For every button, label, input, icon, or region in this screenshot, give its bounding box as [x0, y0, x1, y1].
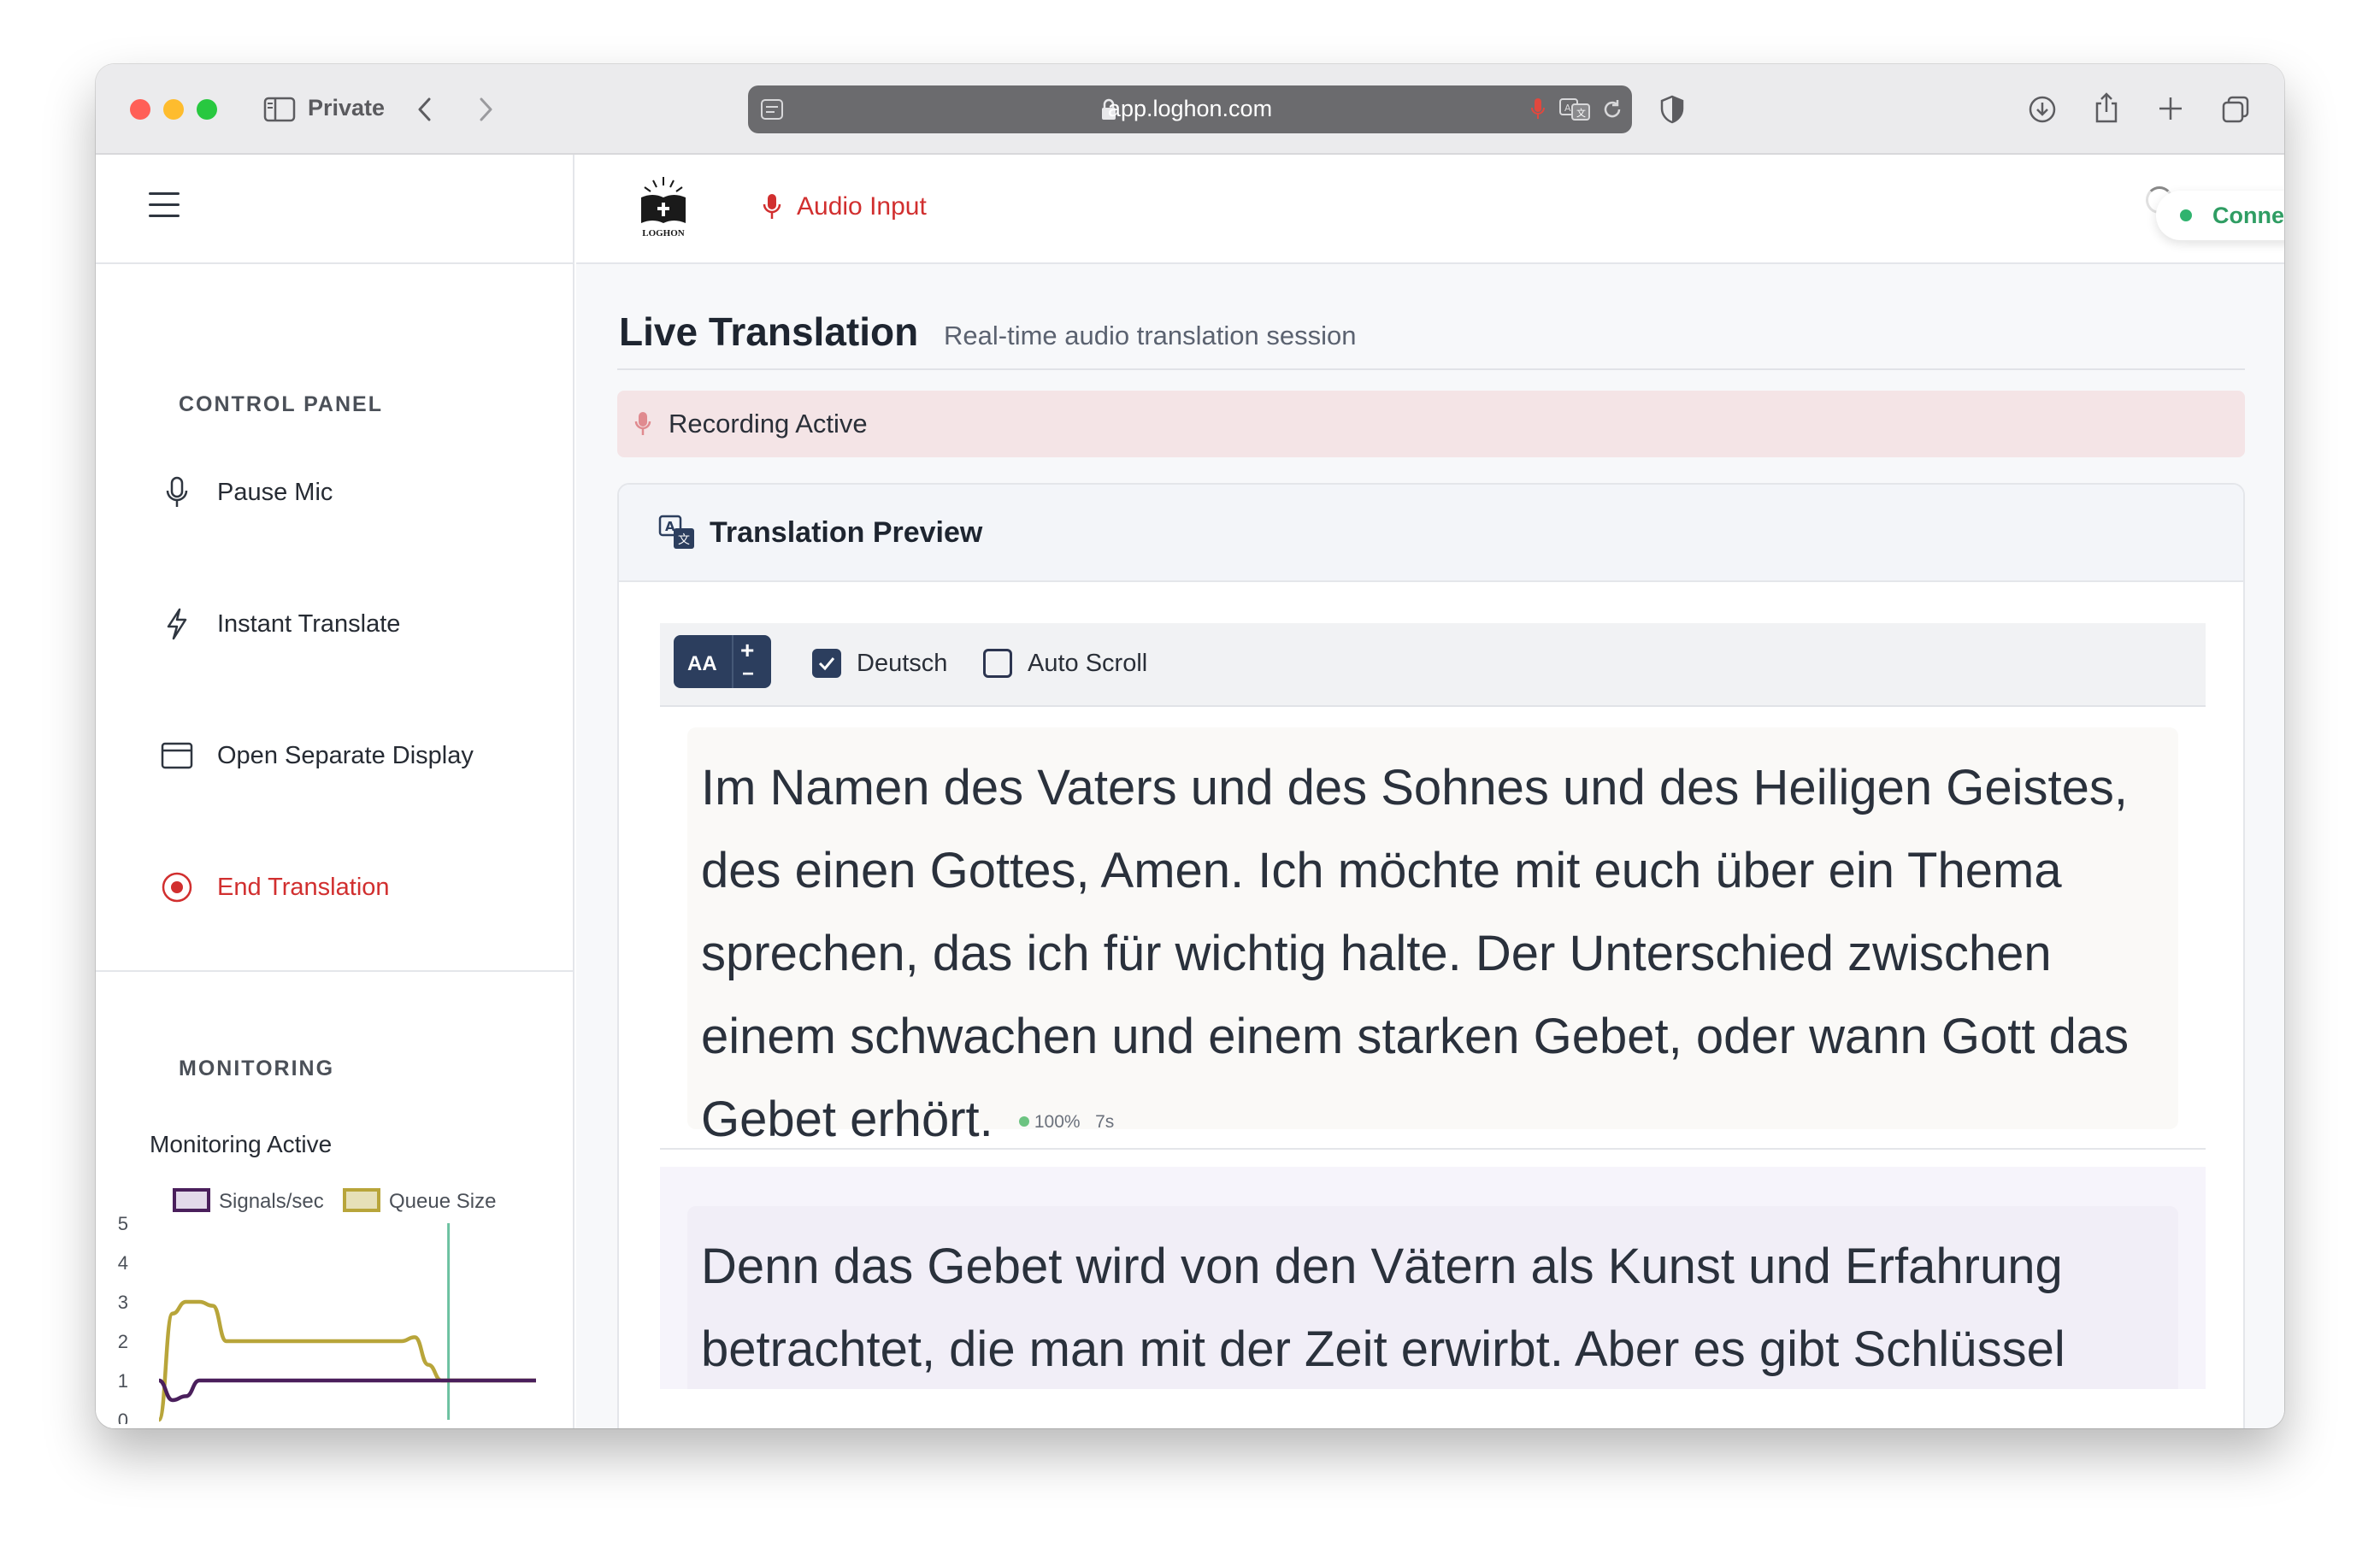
instant-translate-button[interactable]: Instant Translate — [160, 598, 400, 650]
monitoring-title: MONITORING — [179, 1057, 335, 1080]
main-content: Live Translation Real-time audio transla… — [576, 264, 2284, 1428]
downloads-icon[interactable] — [2028, 95, 2057, 124]
connection-status-badge: Connected — [2156, 191, 2284, 240]
address-bar[interactable]: app.loghon.com A 文 — [748, 85, 1632, 133]
forward-icon[interactable] — [476, 97, 495, 122]
reload-icon[interactable] — [1601, 98, 1623, 121]
url-text: app.loghon.com — [1107, 96, 1273, 121]
pause-mic-label: Pause Mic — [217, 478, 333, 506]
monitoring-status: Monitoring Active — [150, 1131, 333, 1157]
y-tick-label: 1 — [118, 1370, 128, 1392]
card-title: Translation Preview — [710, 515, 983, 549]
minimize-window-button[interactable] — [163, 99, 184, 120]
auto-scroll-checkbox[interactable]: Auto Scroll — [983, 649, 1147, 678]
checkbox-checked-icon[interactable] — [812, 649, 841, 678]
logo-text: LOGHON — [642, 228, 685, 238]
zoom-window-button[interactable] — [197, 99, 217, 120]
font-increase-icon[interactable]: + — [740, 637, 754, 664]
svg-text:文: 文 — [1576, 107, 1586, 119]
y-tick-label: 0 — [118, 1410, 128, 1424]
page-subtitle: Real-time audio translation session — [944, 321, 1357, 350]
privacy-shield-icon[interactable] — [1659, 95, 1685, 124]
sidebar-header — [96, 155, 574, 264]
microphone-icon — [160, 475, 194, 509]
svg-text:A: A — [1564, 103, 1571, 114]
open-separate-display-button[interactable]: Open Separate Display — [160, 730, 474, 781]
menu-icon[interactable] — [149, 192, 180, 218]
window-icon — [160, 739, 194, 773]
end-translation-label: End Translation — [217, 873, 390, 901]
segment-divider — [660, 1148, 2206, 1150]
segment-meta: 100% 7s — [1018, 1112, 1115, 1132]
next-segment-area: Denn das Gebet wird von den Vätern als K… — [660, 1167, 2206, 1389]
svg-text:文: 文 — [678, 533, 690, 547]
stop-record-icon — [160, 870, 194, 904]
font-size-label: AA — [687, 652, 717, 675]
recording-status-bar: Recording Active — [617, 391, 2245, 457]
instant-translate-label: Instant Translate — [217, 609, 401, 638]
pause-mic-button[interactable]: Pause Mic — [160, 467, 333, 518]
sidebar: CONTROL PANEL Pause Mic Instant Translat… — [96, 155, 574, 1428]
translation-segment-next: Denn das Gebet wird von den Vätern als K… — [687, 1206, 2178, 1389]
status-dot-icon — [2180, 209, 2192, 221]
preview-toolbar: AA + − Deutsch Auto Scroll — [660, 623, 2206, 707]
auto-scroll-label: Auto Scroll — [1028, 649, 1148, 677]
deutsch-label: Deutsch — [857, 649, 948, 677]
elapsed-time: 7s — [1095, 1112, 1115, 1132]
tab-overview-icon[interactable] — [2221, 95, 2250, 124]
logo-book-icon — [641, 177, 686, 223]
series-line-signals-sec — [158, 1378, 536, 1403]
translation-preview-card: A 文 Translation Preview AA + − Deutsch A… — [617, 483, 2245, 1428]
new-tab-icon[interactable] — [2158, 96, 2183, 121]
legend-label-0: Signals/sec — [219, 1190, 324, 1213]
translate-icon: A 文 — [658, 515, 694, 549]
monitoring-chart: Signals/secQueue Size5432101821242730333… — [118, 1188, 536, 1424]
title-divider — [617, 368, 2245, 370]
legend-label-1: Queue Size — [389, 1190, 496, 1213]
confidence-value: 100% — [1034, 1112, 1081, 1132]
back-icon[interactable] — [415, 97, 434, 122]
series-line-queue-size — [156, 1299, 536, 1422]
share-icon[interactable] — [2094, 91, 2119, 124]
lightning-icon — [160, 607, 194, 641]
close-window-button[interactable] — [130, 99, 150, 120]
sidebar-toggle-icon[interactable] — [263, 97, 296, 122]
translate-page-icon[interactable]: A 文 — [1558, 97, 1593, 121]
legend-swatch-0 — [173, 1188, 210, 1212]
sidebar-divider — [96, 970, 574, 972]
page-title: Live Translation — [619, 309, 919, 354]
browser-toolbar: Private app.loghon.com A 文 — [96, 64, 2284, 155]
red-microphone-icon — [763, 194, 781, 219]
y-tick-label: 4 — [118, 1252, 128, 1274]
control-panel-title: CONTROL PANEL — [179, 392, 383, 416]
y-tick-label: 3 — [118, 1292, 128, 1313]
font-decrease-icon[interactable]: − — [742, 662, 754, 686]
translation-text-next: Denn das Gebet wird von den Vätern als K… — [701, 1239, 2065, 1377]
translation-text: Im Namen des Vaters und des Sohnes und d… — [701, 760, 2130, 1147]
end-translation-button[interactable]: End Translation — [160, 862, 390, 913]
mic-in-use-icon[interactable] — [1529, 97, 1546, 122]
confidence-dot-icon — [1018, 1116, 1029, 1127]
connection-status-label: Connected — [2212, 202, 2284, 228]
app-header: LOGHON Audio Input Connected — [576, 155, 2284, 264]
audio-input-button[interactable]: Audio Input — [763, 192, 927, 221]
y-tick-label: 2 — [118, 1331, 128, 1352]
private-browsing-label: Private — [308, 95, 386, 121]
checkbox-unchecked-icon[interactable] — [983, 649, 1012, 678]
font-size-button[interactable]: AA + − — [674, 635, 771, 688]
open-separate-display-label: Open Separate Display — [217, 741, 474, 769]
translation-segment: Im Namen des Vaters und des Sohnes und d… — [687, 727, 2178, 1147]
browser-window: Private app.loghon.com A 文 CONTROL PANEL… — [96, 64, 2284, 1428]
recording-mic-icon — [634, 412, 651, 435]
loghon-logo: LOGHON — [636, 174, 691, 242]
deutsch-checkbox[interactable]: Deutsch — [812, 649, 947, 678]
legend-swatch-1 — [343, 1188, 380, 1212]
font-button-divider — [732, 635, 733, 688]
audio-input-label: Audio Input — [797, 192, 927, 221]
y-tick-label: 5 — [118, 1213, 128, 1234]
card-header: A 文 Translation Preview — [619, 485, 2243, 582]
recording-status-label: Recording Active — [669, 409, 868, 439]
